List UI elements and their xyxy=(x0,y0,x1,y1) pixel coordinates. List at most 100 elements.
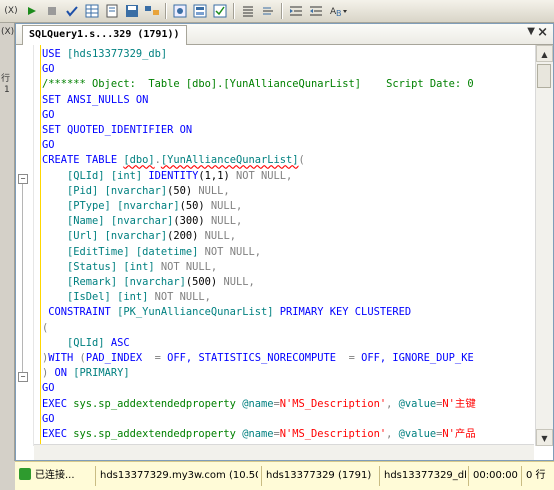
code-token: (500) xyxy=(185,276,224,288)
status-row-count: 0 行 xyxy=(526,470,546,481)
code-line[interactable]: [Remark] [nvarchar](500) NULL, xyxy=(42,275,255,290)
code-token: SET xyxy=(42,93,68,106)
code-line[interactable]: EXEC sys.sp_addextendedproperty @name=N'… xyxy=(42,427,476,442)
toolbar-separator xyxy=(165,3,167,19)
status-bar: 已连接... hds13377329.my3w.com (10.50... hd… xyxy=(15,461,554,490)
code-line[interactable]: ( xyxy=(42,321,48,336)
toolbar-separator xyxy=(281,3,283,19)
outline-gutter: − − xyxy=(16,45,34,446)
code-token: [datetime] xyxy=(135,245,205,258)
code-token: N'MS_Description' xyxy=(279,397,387,410)
code-token: ON xyxy=(135,93,149,106)
code-line[interactable]: CREATE TABLE [dbo].[YunAllianceQunarList… xyxy=(42,153,305,168)
code-token: [Name] xyxy=(42,215,111,228)
code-line[interactable]: [QLId] [int] IDENTITY(1,1) NOT NULL, xyxy=(42,169,292,184)
code-editor[interactable]: USE [hds13377329_db] GO/****** Object: Ta… xyxy=(42,45,536,446)
code-token: USE xyxy=(42,48,68,60)
code-line[interactable]: CONSTRAINT [PK_YunAllianceQunarList] PRI… xyxy=(42,305,411,320)
include-plan-icon[interactable] xyxy=(172,3,188,19)
collapse-icon[interactable]: − xyxy=(18,174,28,184)
code-token: EXEC xyxy=(42,397,74,410)
code-line[interactable]: USE [hds13377329_db] xyxy=(42,47,167,62)
code-token: [nvarchar] xyxy=(110,215,174,228)
align-icon[interactable] xyxy=(240,3,256,19)
code-token: GO xyxy=(42,63,55,76)
code-token: ( xyxy=(298,154,305,167)
code-line[interactable]: [Pid] [nvarchar](50) NULL, xyxy=(42,184,230,199)
results-to-file-icon[interactable] xyxy=(104,3,120,19)
code-line[interactable]: GO xyxy=(42,412,55,427)
check-icon[interactable] xyxy=(64,3,80,19)
code-token: [Pid] xyxy=(42,184,105,197)
left-strip-label: 1 xyxy=(4,85,10,95)
code-line[interactable]: [QLId] ASC xyxy=(42,336,130,351)
code-token: [QLId] xyxy=(42,336,111,349)
intellisense-icon[interactable] xyxy=(212,3,228,19)
code-line[interactable]: SET QUOTED_IDENTIFIER ON xyxy=(42,123,192,138)
save-icon[interactable] xyxy=(124,3,140,19)
code-line[interactable]: GO xyxy=(42,62,55,77)
outdent-icon[interactable] xyxy=(288,3,304,19)
indent-icon[interactable] xyxy=(308,3,324,19)
query-options-icon[interactable] xyxy=(192,3,208,19)
code-token: ANSI_NULLS xyxy=(67,93,136,106)
code-token: (200) xyxy=(167,230,205,243)
code-token: [Url] xyxy=(42,230,105,243)
code-token: QUOTED_IDENTIFIER xyxy=(67,124,180,136)
code-line[interactable]: SET ANSI_NULLS ON xyxy=(42,93,148,108)
status-separator xyxy=(521,466,522,486)
code-token: CREATE xyxy=(42,154,86,167)
code-line[interactable]: GO xyxy=(42,381,55,396)
code-line[interactable]: EXEC sys.sp_addextendedproperty @name=N'… xyxy=(42,397,476,412)
code-token: [PRIMARY] xyxy=(73,367,130,380)
comment-icon[interactable] xyxy=(260,3,276,19)
change-margin xyxy=(40,45,41,446)
results-to-grid-icon[interactable] xyxy=(84,3,100,19)
code-token: [int] xyxy=(117,291,155,304)
code-token: [PType] xyxy=(42,200,118,212)
scroll-down-icon[interactable]: ▼ xyxy=(536,429,553,446)
code-token: @value xyxy=(398,428,437,440)
code-token: ) xyxy=(42,367,55,380)
stop-icon[interactable] xyxy=(44,3,60,19)
code-token: sys.sp_addextendedproperty xyxy=(73,397,243,410)
run-icon[interactable] xyxy=(24,3,40,19)
code-line[interactable]: ) ON [PRIMARY] xyxy=(42,366,130,381)
code-token: (300) xyxy=(173,215,211,228)
code-token: IDENTITY xyxy=(148,169,199,182)
parse-icon[interactable]: (X) xyxy=(2,3,20,19)
specify-values-icon[interactable]: AB xyxy=(328,3,350,19)
code-token: ON xyxy=(54,367,74,380)
code-token: NULL, xyxy=(210,215,243,228)
code-line[interactable]: [IsDel] [int] NOT NULL, xyxy=(42,290,211,305)
code-line[interactable]: [EditTime] [datetime] NOT NULL, xyxy=(42,245,261,260)
horizontal-scrollbar[interactable] xyxy=(34,444,534,460)
code-line[interactable]: )WITH (PAD_INDEX = OFF, STATISTICS_NOREC… xyxy=(42,351,474,366)
close-icon[interactable]: × xyxy=(537,25,548,40)
code-line[interactable]: [Name] [nvarchar](300) NULL, xyxy=(42,214,242,229)
scroll-up-icon[interactable]: ▲ xyxy=(536,45,553,62)
code-line[interactable]: GO xyxy=(42,138,55,153)
code-token: GO xyxy=(42,139,55,152)
scroll-thumb[interactable] xyxy=(537,64,551,88)
code-line[interactable]: [Status] [int] NOT NULL, xyxy=(42,260,217,275)
collapse-icon[interactable]: − xyxy=(18,372,28,382)
code-line[interactable]: [Url] [nvarchar](200) NULL, xyxy=(42,229,236,244)
code-line[interactable]: [PType] [nvarchar](50) NULL, xyxy=(42,199,242,214)
status-login: hds13377329 (1791) xyxy=(266,470,372,481)
vertical-scrollbar[interactable]: ▲ ▼ xyxy=(535,45,553,446)
code-token: STATISTICS_NORECOMPUTE xyxy=(198,352,349,364)
code-token: [hds13377329_db] xyxy=(67,48,168,60)
code-token: NOT NULL, xyxy=(160,260,218,273)
display-plan-icon[interactable] xyxy=(144,3,160,19)
code-token: TABLE xyxy=(85,154,124,167)
code-line[interactable]: /****** Object: Table [dbo].[YunAlliance… xyxy=(42,77,474,92)
fold-line xyxy=(22,184,23,375)
code-line[interactable]: GO xyxy=(42,108,55,123)
tab-dropdown-icon[interactable]: ▼ xyxy=(527,26,535,37)
code-token: NULL, xyxy=(210,200,243,212)
code-token: [dbo] xyxy=(123,154,155,167)
status-separator xyxy=(261,466,262,486)
tab-sqlquery1[interactable]: SQLQuery1.s...329 (1791)) xyxy=(22,25,187,45)
code-token: [QLId] xyxy=(42,169,111,182)
